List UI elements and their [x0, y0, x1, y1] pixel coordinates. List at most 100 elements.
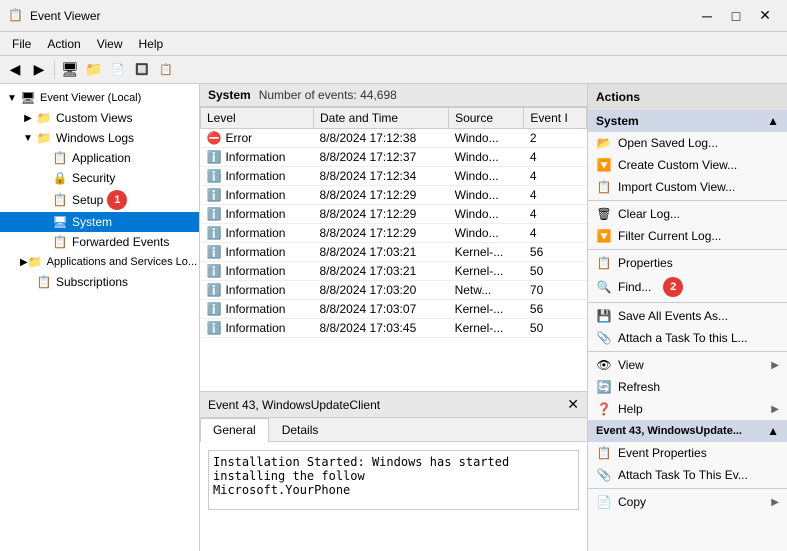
action-view[interactable]: 👁 View ▶	[588, 354, 787, 376]
table-row[interactable]: ⛔ Error 8/8/2024 17:12:38 Windo... 2	[201, 129, 587, 148]
table-row[interactable]: ℹ️ Information 8/8/2024 17:12:29 Windo..…	[201, 224, 587, 243]
tree-item-application[interactable]: ▶ 📋 Application	[0, 148, 199, 168]
clear-log-icon: 🗑	[596, 206, 612, 222]
tree-item-custom[interactable]: ▶ 📁 Custom Views	[0, 108, 199, 128]
action-clear-log[interactable]: 🗑 Clear Log...	[588, 203, 787, 225]
action-attach-task[interactable]: 📎 Attach a Task To this L...	[588, 327, 787, 349]
log-name: System	[208, 88, 251, 102]
level-icon: ℹ️ Information	[207, 245, 286, 259]
table-row[interactable]: ℹ️ Information 8/8/2024 17:03:20 Netw...…	[201, 281, 587, 300]
col-datetime[interactable]: Date and Time	[313, 108, 448, 129]
table-row[interactable]: ℹ️ Information 8/8/2024 17:12:29 Windo..…	[201, 205, 587, 224]
table-row[interactable]: ℹ️ Information 8/8/2024 17:03:45 Kernel-…	[201, 319, 587, 338]
menu-view[interactable]: View	[89, 35, 131, 53]
action-properties[interactable]: 📋 Properties	[588, 252, 787, 274]
tab-general[interactable]: General	[200, 418, 269, 442]
action-help[interactable]: ❓ Help ▶	[588, 398, 787, 420]
minimize-button[interactable]: ─	[693, 6, 721, 26]
help-toolbar-button[interactable]: 📋	[155, 59, 177, 81]
new-button[interactable]: 📄	[107, 59, 129, 81]
expand-local[interactable]: ▼	[4, 93, 20, 104]
action-refresh[interactable]: 🔄 Refresh	[588, 376, 787, 398]
row-datetime: 8/8/2024 17:03:20	[313, 281, 448, 300]
folder-icon-appservices: 📁	[28, 254, 43, 270]
row-source: Kernel-...	[449, 319, 524, 338]
action-properties-label: Properties	[618, 256, 673, 270]
close-button[interactable]: ✕	[751, 6, 779, 26]
expand-winlogs[interactable]: ▼	[20, 133, 36, 144]
expand-custom[interactable]: ▶	[20, 113, 36, 124]
row-level: ℹ️ Information	[201, 148, 314, 167]
tree-item-local[interactable]: ▼ 🖥 Event Viewer (Local)	[0, 88, 199, 108]
row-datetime: 8/8/2024 17:12:34	[313, 167, 448, 186]
title-bar: 📋 Event Viewer ─ □ ✕	[0, 0, 787, 32]
event43-section-header[interactable]: Event 43, WindowsUpdate... ▲	[588, 420, 787, 442]
row-eventid: 50	[524, 319, 587, 338]
row-datetime: 8/8/2024 17:03:45	[313, 319, 448, 338]
detail-text-area[interactable]: Installation Started: Windows has starte…	[208, 450, 579, 510]
expand-appservices[interactable]: ▶	[20, 257, 28, 268]
folder-icon-custom: 📁	[36, 110, 52, 126]
save-all-icon: 💾	[596, 308, 612, 324]
row-source: Windo...	[449, 224, 524, 243]
action-open-saved[interactable]: 📂 Open Saved Log...	[588, 132, 787, 154]
separator-2	[588, 249, 787, 250]
level-icon: ℹ️ Information	[207, 226, 286, 240]
tree-item-security[interactable]: ▶ 🔒 Security	[0, 168, 199, 188]
action-copy[interactable]: 📄 Copy ▶	[588, 491, 787, 513]
properties-toolbar-button[interactable]: 🔲	[131, 59, 153, 81]
col-eventid[interactable]: Event I	[524, 108, 587, 129]
table-row[interactable]: ℹ️ Information 8/8/2024 17:12:29 Windo..…	[201, 186, 587, 205]
action-event-properties[interactable]: 📋 Event Properties	[588, 442, 787, 464]
open-button[interactable]: 📁	[83, 59, 105, 81]
tree-item-subscriptions[interactable]: ▶ 📋 Subscriptions	[0, 272, 199, 292]
row-eventid: 4	[524, 205, 587, 224]
scope-button[interactable]: 🖥	[59, 59, 81, 81]
action-filter[interactable]: 🔽 Filter Current Log...	[588, 225, 787, 247]
row-source: Kernel-...	[449, 243, 524, 262]
menu-help[interactable]: Help	[131, 35, 172, 53]
action-save-all[interactable]: 💾 Save All Events As...	[588, 305, 787, 327]
system-section-header[interactable]: System ▲	[588, 110, 787, 132]
toolbar-separator-1	[54, 61, 55, 79]
level-icon: ℹ️ Information	[207, 321, 286, 335]
action-create-custom[interactable]: 🔽 Create Custom View...	[588, 154, 787, 176]
row-eventid: 70	[524, 281, 587, 300]
table-row[interactable]: ℹ️ Information 8/8/2024 17:12:37 Windo..…	[201, 148, 587, 167]
tree-item-setup[interactable]: ▶ 📋 Setup 1	[0, 188, 199, 212]
tree-item-appservices[interactable]: ▶ 📁 Applications and Services Lo...	[0, 252, 199, 272]
tree-item-forwarded[interactable]: ▶ 📋 Forwarded Events	[0, 232, 199, 252]
info-icon: ℹ️	[207, 188, 222, 202]
col-source[interactable]: Source	[449, 108, 524, 129]
forward-button[interactable]: ▶	[28, 59, 50, 81]
log-event-count: Number of events: 44,698	[259, 88, 397, 102]
events-table-element: Level Date and Time Source Event I ⛔ Err…	[200, 107, 587, 338]
menu-action[interactable]: Action	[39, 35, 88, 53]
table-row[interactable]: ℹ️ Information 8/8/2024 17:12:34 Windo..…	[201, 167, 587, 186]
info-icon: ℹ️	[207, 283, 222, 297]
tree-panel: ▼ 🖥 Event Viewer (Local) ▶ 📁 Custom View…	[0, 84, 200, 551]
action-attach-task-event[interactable]: 📎 Attach Task To This Ev...	[588, 464, 787, 486]
tree-item-system[interactable]: ▶ 🖥 System	[0, 212, 199, 232]
detail-title: Event 43, WindowsUpdateClient	[208, 398, 380, 412]
table-row[interactable]: ℹ️ Information 8/8/2024 17:03:07 Kernel-…	[201, 300, 587, 319]
back-button[interactable]: ◀	[4, 59, 26, 81]
table-row[interactable]: ℹ️ Information 8/8/2024 17:03:21 Kernel-…	[201, 243, 587, 262]
action-find[interactable]: 🔍 Find... 2	[588, 274, 787, 300]
tab-details[interactable]: Details	[269, 418, 332, 441]
row-eventid: 4	[524, 167, 587, 186]
tree-item-winlogs[interactable]: ▼ 📁 Windows Logs	[0, 128, 199, 148]
row-datetime: 8/8/2024 17:12:29	[313, 224, 448, 243]
table-row[interactable]: ℹ️ Information 8/8/2024 17:03:21 Kernel-…	[201, 262, 587, 281]
log-header: System Number of events: 44,698	[200, 84, 587, 107]
events-table[interactable]: Level Date and Time Source Event I ⛔ Err…	[200, 107, 587, 391]
action-import-custom-label: Import Custom View...	[618, 180, 735, 194]
row-datetime: 8/8/2024 17:03:21	[313, 262, 448, 281]
menu-file[interactable]: File	[4, 35, 39, 53]
detail-close-button[interactable]: ✕	[567, 396, 579, 413]
app-icon: 📋	[8, 8, 24, 24]
action-clear-log-label: Clear Log...	[618, 207, 680, 221]
col-level[interactable]: Level	[201, 108, 314, 129]
action-import-custom[interactable]: 📋 Import Custom View...	[588, 176, 787, 198]
maximize-button[interactable]: □	[722, 6, 750, 26]
